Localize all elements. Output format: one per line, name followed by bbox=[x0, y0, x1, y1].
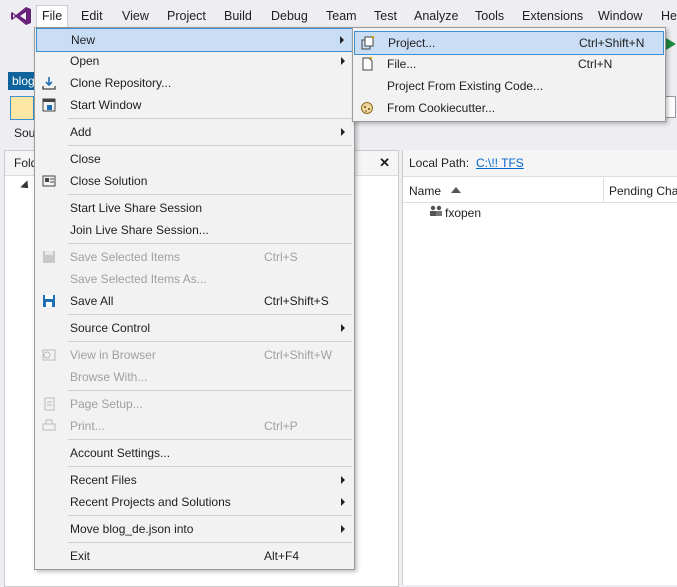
menu-item-start-window[interactable]: Start Window bbox=[36, 94, 353, 116]
menu-item-add[interactable]: Add bbox=[36, 121, 353, 143]
menu-separator bbox=[68, 390, 352, 391]
menu-item-close-solution[interactable]: Close Solution bbox=[36, 170, 353, 192]
menu-item-clone-repository[interactable]: Clone Repository... bbox=[36, 72, 353, 94]
tree-expand-icon[interactable] bbox=[20, 180, 32, 192]
menu-item-new[interactable]: New bbox=[36, 28, 353, 52]
submenu-item-project[interactable]: Project... Ctrl+Shift+N bbox=[354, 31, 664, 55]
menu-view[interactable]: View bbox=[117, 6, 154, 26]
menu-item-close[interactable]: Close bbox=[36, 148, 353, 170]
menu-item-save-selected: Save Selected Items Ctrl+S bbox=[36, 246, 353, 268]
menu-separator bbox=[68, 466, 352, 467]
menu-item-recent-files[interactable]: Recent Files bbox=[36, 469, 353, 491]
list-item[interactable]: fxopen bbox=[445, 206, 481, 220]
menu-analyze[interactable]: Analyze bbox=[409, 6, 463, 26]
submenu-arrow-icon bbox=[341, 57, 345, 65]
page-setup-icon bbox=[44, 397, 55, 411]
menu-debug[interactable]: Debug bbox=[266, 6, 313, 26]
open-folder-icon[interactable] bbox=[10, 96, 34, 120]
file-menu-dropdown: New Open Clone Repository... Start Windo… bbox=[34, 27, 355, 570]
menu-item-page-setup: Page Setup... bbox=[36, 393, 353, 415]
menu-item-start-live-share[interactable]: Start Live Share Session bbox=[36, 197, 353, 219]
menu-item-exit[interactable]: Exit Alt+F4 bbox=[36, 545, 353, 567]
local-path-label: Local Path: bbox=[409, 156, 470, 170]
close-solution-icon bbox=[42, 175, 56, 187]
menu-project[interactable]: Project bbox=[162, 6, 211, 26]
menu-item-save-selected-as: Save Selected Items As... bbox=[70, 272, 207, 286]
team-project-icon bbox=[430, 205, 442, 216]
menu-item-save-all[interactable]: Save All Ctrl+Shift+S bbox=[36, 290, 353, 312]
menu-separator bbox=[68, 145, 352, 146]
menu-separator bbox=[68, 515, 352, 516]
clone-download-icon bbox=[42, 77, 56, 90]
menu-item-join-live-share[interactable]: Join Live Share Session... bbox=[36, 219, 353, 241]
submenu-item-file[interactable]: File... Ctrl+N bbox=[354, 53, 664, 75]
column-pending-changes[interactable]: Pending Cha bbox=[609, 184, 677, 198]
menu-window[interactable]: Window bbox=[593, 6, 647, 26]
column-header: Name Pending Cha bbox=[403, 178, 677, 203]
menu-item-account-settings[interactable]: Account Settings... bbox=[36, 442, 353, 464]
print-icon bbox=[42, 419, 56, 431]
save-icon bbox=[43, 251, 55, 263]
menu-item-open[interactable]: Open bbox=[36, 50, 353, 72]
submenu-arrow-icon bbox=[341, 324, 345, 332]
close-icon[interactable]: ✕ bbox=[379, 155, 390, 171]
column-divider[interactable] bbox=[603, 178, 604, 202]
visual-studio-logo-icon bbox=[11, 7, 31, 25]
menu-separator bbox=[68, 542, 352, 543]
menu-item-print: Print... Ctrl+P bbox=[36, 415, 353, 437]
menu-edit[interactable]: Edit bbox=[76, 6, 108, 26]
new-file-icon bbox=[362, 57, 373, 71]
cookiecutter-icon bbox=[361, 102, 373, 114]
source-control-explorer: Local Path: C:\!! TFS Name Pending Cha f… bbox=[402, 150, 677, 585]
new-submenu: Project... Ctrl+Shift+N File... Ctrl+N Pro… bbox=[352, 27, 666, 122]
menu-item-recent-projects[interactable]: Recent Projects and Solutions bbox=[36, 491, 353, 513]
menu-item-browse-with: Browse With... bbox=[70, 370, 148, 384]
menu-item-move-into[interactable]: Move blog_de.json into bbox=[36, 518, 353, 540]
menu-extensions[interactable]: Extensions bbox=[517, 6, 588, 26]
submenu-arrow-icon bbox=[341, 476, 345, 484]
start-debug-icon[interactable] bbox=[666, 38, 676, 50]
menu-separator bbox=[68, 243, 352, 244]
menu-file[interactable]: File bbox=[36, 5, 69, 27]
menu-separator bbox=[68, 194, 352, 195]
menu-separator bbox=[68, 118, 352, 119]
browser-icon bbox=[42, 349, 56, 361]
menu-item-view-in-browser: View in Browser Ctrl+Shift+W bbox=[36, 344, 353, 366]
sort-ascending-icon bbox=[451, 187, 461, 193]
submenu-item-project-from-existing[interactable]: Project From Existing Code... bbox=[354, 75, 664, 97]
local-path-bar: Local Path: C:\!! TFS bbox=[403, 150, 677, 177]
menu-help[interactable]: He bbox=[656, 6, 677, 26]
submenu-arrow-icon bbox=[340, 36, 344, 44]
save-all-icon bbox=[43, 295, 55, 307]
menu-team[interactable]: Team bbox=[321, 6, 362, 26]
submenu-item-from-cookiecutter[interactable]: From Cookiecutter... bbox=[354, 97, 664, 119]
menu-tools[interactable]: Tools bbox=[470, 6, 509, 26]
local-path-link[interactable]: C:\!! TFS bbox=[476, 156, 524, 170]
menu-separator bbox=[68, 314, 352, 315]
new-project-icon bbox=[361, 36, 375, 50]
menu-separator bbox=[68, 341, 352, 342]
start-window-icon bbox=[42, 98, 56, 112]
menu-test[interactable]: Test bbox=[369, 6, 402, 26]
submenu-arrow-icon bbox=[341, 525, 345, 533]
menu-bar: File Edit View Project Build Debug Team … bbox=[0, 0, 677, 30]
menu-item-source-control[interactable]: Source Control bbox=[36, 317, 353, 339]
menu-separator bbox=[68, 439, 352, 440]
submenu-arrow-icon bbox=[341, 128, 345, 136]
column-name[interactable]: Name bbox=[409, 184, 441, 198]
source-label: Sou bbox=[14, 126, 36, 140]
menu-build[interactable]: Build bbox=[219, 6, 257, 26]
submenu-arrow-icon bbox=[341, 498, 345, 506]
